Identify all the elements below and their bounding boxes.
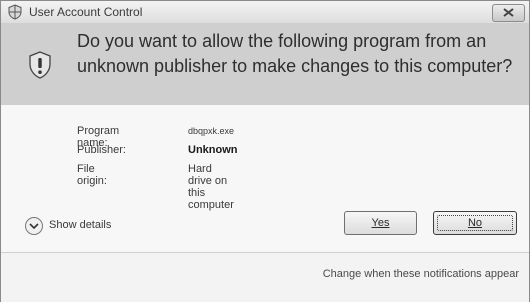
focus-rectangle (437, 215, 513, 231)
publisher-label: Publisher: (77, 144, 126, 156)
yes-button[interactable]: Yes (344, 211, 417, 235)
close-button[interactable] (492, 4, 525, 22)
close-icon (503, 8, 514, 17)
file-origin-label: File origin: (77, 163, 107, 187)
publisher-value: Unknown (188, 144, 238, 156)
warning-shield-icon (29, 51, 51, 79)
uac-question: Do you want to allow the following progr… (77, 31, 513, 76)
file-origin-value: Hard drive on this computer (188, 163, 234, 211)
footer: Change when these notifications appear (1, 252, 529, 302)
uac-shield-icon (8, 4, 22, 20)
message-header: Do you want to allow the following progr… (1, 23, 529, 105)
title-bar: User Account Control (1, 1, 529, 23)
details-area: Program name: dbqpxk.exe Publisher: Unkn… (1, 105, 529, 252)
window-title: User Account Control (29, 5, 143, 19)
program-name-value: dbqpxk.exe (188, 126, 235, 136)
yes-button-label: Yes (371, 217, 390, 229)
notification-settings-link[interactable]: Change when these notifications appear (323, 268, 519, 280)
uac-dialog: User Account Control Do you want to allo… (0, 0, 530, 302)
chevron-down-icon[interactable] (25, 217, 43, 235)
show-details-label[interactable]: Show details (49, 219, 111, 231)
no-button[interactable]: No (433, 211, 517, 235)
